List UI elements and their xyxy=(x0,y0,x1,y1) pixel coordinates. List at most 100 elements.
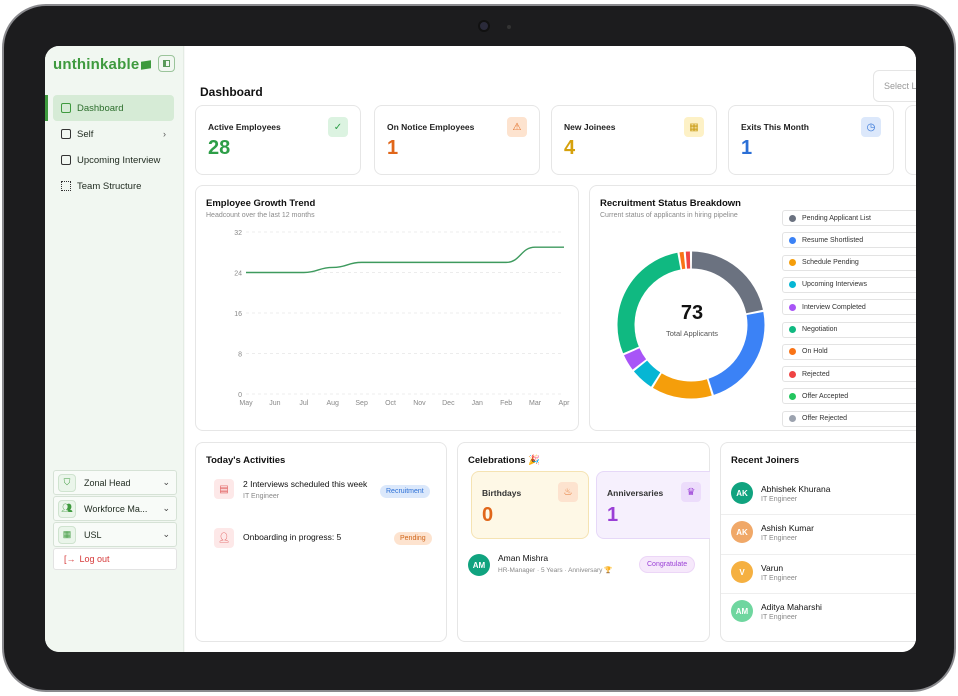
legend-dot xyxy=(789,326,796,333)
celebrations-title: Celebrations 🎉 xyxy=(468,455,541,466)
main-content: Dashboard Select L Active Employees 28 ✓… xyxy=(185,46,916,652)
sidebar-item-upcoming-interview[interactable]: Upcoming Interview xyxy=(45,147,184,173)
legend-label: Schedule Pending xyxy=(802,259,859,267)
x-tick-label: Jan xyxy=(472,400,483,407)
birthdays-value: 0 xyxy=(482,504,494,526)
stat-value: 28 xyxy=(208,137,231,159)
activity-sub: IT Engineer xyxy=(243,493,280,500)
x-tick-label: Apr xyxy=(559,400,571,407)
legend-item[interactable]: Pending Applicant List xyxy=(782,210,916,226)
stat-card-new-joinees[interactable]: New Joinees 4 ▦ xyxy=(551,105,717,175)
sidebar-item-label: Self xyxy=(77,128,94,140)
sidebar-collapse-button[interactable] xyxy=(158,55,175,72)
divider xyxy=(721,593,916,594)
legend-label: Pending Applicant List xyxy=(802,214,871,222)
legend-item[interactable]: Offer Rejected xyxy=(782,410,916,427)
legend-label: Upcoming Interviews xyxy=(802,281,867,289)
x-tick-label: May xyxy=(239,400,253,407)
legend-item[interactable]: Negotiation xyxy=(782,321,916,338)
legend-item[interactable]: Resume Shortlisted xyxy=(782,232,916,249)
workforce-select-value: Workforce Ma... xyxy=(84,503,148,514)
congratulate-button[interactable]: Congratulate xyxy=(639,556,696,573)
flag-icon xyxy=(141,60,152,70)
business-unit-select[interactable]: ▦ USL ⌄ xyxy=(53,522,177,547)
recruitment-card: Recruitment Status Breakdown Current sta… xyxy=(589,185,916,431)
legend-label: On Hold xyxy=(802,348,828,356)
stat-label: New Joinees xyxy=(564,122,616,132)
role-select-value: Zonal Head xyxy=(84,477,131,488)
brand-name: unthinkable xyxy=(53,56,140,73)
sidebar-item-dashboard[interactable]: Dashboard xyxy=(45,95,174,121)
donut-total: 73 xyxy=(680,302,704,324)
clock-icon: ◷ xyxy=(861,117,881,137)
stat-value: 1 xyxy=(387,137,399,159)
stat-value: 1 xyxy=(741,137,753,159)
x-tick-label: Dec xyxy=(442,400,455,407)
legend-dot xyxy=(789,415,796,423)
activities-title: Today's Activities xyxy=(206,455,286,466)
x-tick-label: Jun xyxy=(269,400,280,407)
stat-card-active-employees[interactable]: Active Employees 28 ✓ xyxy=(195,105,361,175)
workforce-select[interactable]: 👥︎ Workforce Ma... ⌄ xyxy=(53,496,177,521)
x-tick-label: Aug xyxy=(326,400,339,407)
role-select[interactable]: ⛉ Zonal Head ⌄ xyxy=(53,470,177,495)
recruitment-title: Recruitment Status Breakdown xyxy=(600,198,741,209)
series-line-headcount xyxy=(246,246,564,274)
check-circle-icon: ✓ xyxy=(328,117,348,137)
activity-text: Onboarding in progress: 5 xyxy=(243,532,342,542)
y-tick-label: 16 xyxy=(234,311,242,318)
stat-label: Exits This Month xyxy=(741,122,809,132)
anniversaries-value: 1 xyxy=(607,504,619,526)
sensor-dot xyxy=(507,25,511,29)
legend-dot xyxy=(789,259,796,267)
recent-joiners-card: Recent Joiners AK Abhishek Khurana IT En… xyxy=(720,442,916,642)
location-select[interactable]: Select L xyxy=(873,70,916,102)
joiner-role: IT Engineer xyxy=(761,496,798,503)
legend-item[interactable]: Rejected xyxy=(782,366,916,383)
y-tick-label: 8 xyxy=(238,352,242,359)
chevron-down-icon: ⌄ xyxy=(162,503,170,513)
stat-card-exits[interactable]: Exits This Month 1 ◷ xyxy=(728,105,894,175)
y-tick-label: 24 xyxy=(234,271,242,278)
logout-icon: [→ xyxy=(64,554,76,564)
stat-label: On Notice Employees xyxy=(387,122,475,132)
birthdays-tile[interactable]: Birthdays 0 ♨ xyxy=(471,471,589,539)
anniversaries-tile[interactable]: Anniversaries 1 ♛ xyxy=(596,471,710,539)
stat-card-partial[interactable] xyxy=(905,105,916,175)
donut-slice-4 xyxy=(624,348,647,370)
x-tick-label: Oct xyxy=(385,400,396,407)
person-detail: HR-Manager · 5 Years · Anniversary 🏆 xyxy=(498,567,613,574)
legend-item[interactable]: Upcoming Interviews xyxy=(782,276,916,293)
person-name: Aman Mishra xyxy=(498,553,549,563)
legend-item[interactable]: Offer Accepted xyxy=(782,388,916,405)
stat-card-on-notice[interactable]: On Notice Employees 1 ⚠ xyxy=(374,105,540,175)
warning-icon: ⚠ xyxy=(507,117,527,137)
recruitment-donut-chart xyxy=(617,251,765,399)
user-plus-icon: 👤︎ xyxy=(214,528,234,548)
legend-label: Rejected xyxy=(802,370,830,378)
brand-logo[interactable]: unthinkable xyxy=(53,56,152,73)
legend-label: Interview Completed xyxy=(802,303,866,311)
x-tick-label: Mar xyxy=(529,400,542,407)
sidebar-item-team-structure[interactable]: Team Structure xyxy=(45,173,184,199)
legend-item[interactable]: On Hold xyxy=(782,343,916,360)
activities-card: Today's Activities ▤ 2 Interviews schedu… xyxy=(195,442,447,642)
shield-icon: ⛉ xyxy=(58,473,76,492)
legend-dot xyxy=(789,348,796,356)
birthdays-label: Birthdays xyxy=(482,488,522,498)
sidebar-item-self[interactable]: Self › xyxy=(45,121,184,147)
legend-item[interactable]: Schedule Pending xyxy=(782,254,916,271)
pending-badge: Pending xyxy=(394,532,432,545)
user-card-icon xyxy=(61,155,71,165)
sidebar-nav: Dashboard Self › Upcoming Interview Team… xyxy=(45,95,184,199)
x-tick-label: Jul xyxy=(299,400,308,407)
clipboard-icon: ▤ xyxy=(214,479,234,499)
joiner-name: Abhishek Khurana xyxy=(761,484,831,494)
legend-dot xyxy=(789,236,796,244)
sidebar: unthinkable Dashboard Self › Upcoming In… xyxy=(45,46,184,652)
legend-item[interactable]: Interview Completed xyxy=(782,299,916,316)
avatar: AK xyxy=(731,482,753,504)
avatar: AK xyxy=(731,521,753,543)
logout-button[interactable]: [→ Log out xyxy=(53,548,177,570)
org-chart-icon xyxy=(61,181,71,191)
